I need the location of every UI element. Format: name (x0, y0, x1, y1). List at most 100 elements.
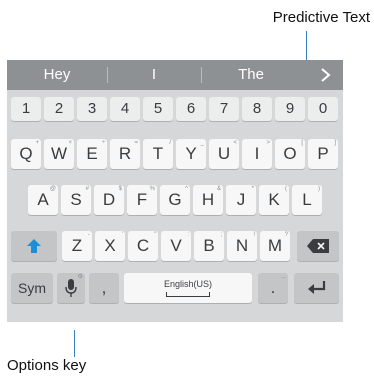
key-f-hint: % (149, 186, 155, 192)
key-4[interactable]: 4 (110, 97, 140, 121)
key-o[interactable]: [O (275, 139, 305, 169)
key-4-label: 4 (120, 100, 130, 117)
backspace-icon (307, 239, 329, 253)
space-key[interactable]: English(US) (124, 273, 252, 303)
key-f[interactable]: % F (127, 185, 157, 215)
backspace-key[interactable] (297, 231, 339, 261)
key-k-hint: ( (285, 186, 287, 192)
key-2[interactable]: 2 (44, 97, 74, 121)
microphone-icon (65, 279, 77, 297)
key-h-hint: & (216, 186, 221, 192)
key-z[interactable]: -Z (62, 231, 92, 261)
key-0[interactable]: 0 (308, 97, 338, 121)
key-7[interactable]: 7 (209, 97, 239, 121)
shift-arrow-icon (27, 239, 41, 253)
key-x[interactable]: ' X (95, 231, 125, 261)
key-e-hint: ÷ (101, 140, 105, 146)
key-8[interactable]: 8 (242, 97, 272, 121)
key-s[interactable]: # S (61, 185, 91, 215)
key-q-hint: + (35, 140, 39, 146)
key-b[interactable]: ; B (194, 231, 224, 261)
key-2-label: 2 (54, 100, 64, 117)
key-a[interactable]: @ A (28, 185, 58, 215)
key-9-label: 9 (285, 100, 295, 117)
key-b-hint: ; (220, 232, 222, 238)
key-h[interactable]: & H (193, 185, 223, 215)
key-i[interactable]: > I (242, 139, 272, 169)
comma-key[interactable]: , (89, 273, 119, 303)
key-7-label: 7 (219, 100, 229, 117)
key-d-hint: $ (118, 186, 122, 192)
predictive-text-callout: Predictive Text (272, 9, 370, 26)
prediction-word-3[interactable]: The (201, 60, 301, 90)
key-9[interactable]: 9 (275, 97, 305, 121)
prediction-bar: Hey I The (7, 60, 343, 90)
key-p[interactable]: ] P (308, 139, 338, 169)
key-n[interactable]: ! N (227, 231, 257, 261)
key-t[interactable]: / T (143, 139, 173, 169)
key-t-hint: / (169, 140, 171, 146)
key-w[interactable]: × W (44, 139, 74, 169)
options-key-callout-line (74, 330, 75, 357)
period-key-hint: ... (280, 274, 286, 280)
key-g-hint: ^ (185, 186, 188, 192)
key-l-hint: ) (318, 186, 320, 192)
key-j[interactable]: * J (226, 185, 256, 215)
key-8-label: 8 (252, 100, 262, 117)
key-s-hint: # (85, 186, 89, 192)
prediction-word-2[interactable]: I (107, 60, 201, 90)
key-v-hint: : (187, 232, 189, 238)
keyboard: Hey I The 1234567890 + Q × W ÷ E = R / T _ Y < U > I[O]… (7, 60, 343, 322)
key-v[interactable]: :V (161, 231, 191, 261)
key-l[interactable]: ) L (292, 185, 322, 215)
key-z-hint: - (88, 232, 90, 238)
shift-key[interactable] (11, 231, 57, 261)
enter-key[interactable] (294, 273, 339, 303)
key-1[interactable]: 1 (11, 97, 41, 121)
key-j-hint: * (251, 186, 254, 192)
key-g[interactable]: ^ G (160, 185, 190, 215)
key-p-hint: ] (334, 140, 336, 146)
key-3[interactable]: 3 (77, 97, 107, 121)
key-5[interactable]: 5 (143, 97, 173, 121)
key-c-hint: " (153, 232, 156, 238)
key-r-hint: = (134, 140, 138, 146)
key-w-hint: × (68, 140, 72, 146)
key-a-hint: @ (49, 186, 56, 192)
period-key[interactable]: ... . (258, 273, 288, 303)
key-6[interactable]: 6 (176, 97, 206, 121)
key-u-hint: < (233, 140, 237, 146)
key-m[interactable]: ? M (260, 231, 290, 261)
space-bar-glyph (166, 292, 210, 297)
key-d[interactable]: $ D (94, 185, 124, 215)
key-y[interactable]: _ Y (176, 139, 206, 169)
key-r[interactable]: = R (110, 139, 140, 169)
key-3-label: 3 (87, 100, 97, 117)
key-i-hint: > (266, 140, 270, 146)
key-k[interactable]: (K (259, 185, 289, 215)
key-n-hint: ! (253, 232, 255, 238)
key-q[interactable]: + Q (11, 139, 41, 169)
key-u[interactable]: < U (209, 139, 239, 169)
enter-icon (307, 281, 325, 294)
key-o-hint: [ (301, 140, 303, 146)
prediction-word-1[interactable]: Hey (7, 60, 107, 90)
chevron-right-icon[interactable] (315, 65, 335, 85)
key-c[interactable]: " C (128, 231, 158, 261)
comma-key-label: , (101, 278, 107, 297)
key-6-label: 6 (186, 100, 196, 117)
key-e[interactable]: ÷ E (77, 139, 107, 169)
key-0-label: 0 (318, 100, 328, 117)
key-x-hint: ' (121, 232, 123, 238)
sym-key-label: Sym (18, 280, 46, 296)
options-key-callout: Options key (7, 357, 87, 374)
key-5-label: 5 (153, 100, 163, 117)
options-key-hint: ⚙ (77, 274, 83, 280)
key-x-label: X (104, 236, 116, 255)
space-key-label: English(US) (163, 279, 212, 289)
key-m-hint: ? (284, 232, 288, 238)
key-1-label: 1 (21, 100, 31, 117)
options-key[interactable]: ⚙ (57, 273, 85, 303)
key-y-hint: _ (200, 140, 204, 146)
sym-key[interactable]: Sym (11, 273, 53, 303)
